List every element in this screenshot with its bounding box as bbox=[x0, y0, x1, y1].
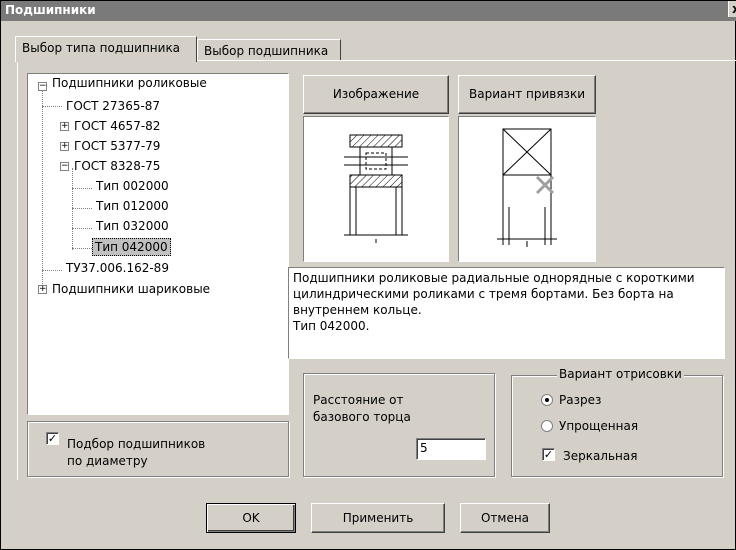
close-icon[interactable]: x bbox=[728, 1, 736, 17]
tree-item-label: Тип 042000 bbox=[92, 238, 171, 256]
radio-simplified[interactable] bbox=[541, 420, 553, 432]
description-line: внутреннем кольце. bbox=[293, 303, 422, 317]
description-line: цилиндрическими роликами с тремя бортами… bbox=[293, 287, 674, 301]
binding-scheme-drawing bbox=[497, 128, 557, 247]
tree-item-label: Тип 002000 bbox=[96, 179, 169, 193]
diameter-filter-label-2: по диаметру bbox=[67, 454, 148, 468]
collapse-icon[interactable]: − bbox=[38, 82, 47, 91]
binding-variant-button[interactable]: Вариант привязки bbox=[458, 75, 596, 114]
tree-item-label: Подшипники роликовые bbox=[52, 76, 207, 90]
tree-line bbox=[42, 106, 62, 107]
binding-preview bbox=[458, 116, 596, 262]
ok-button[interactable]: OK bbox=[206, 503, 296, 533]
tree-line bbox=[72, 248, 92, 249]
radio-simplified-label: Упрощенная bbox=[559, 419, 639, 433]
tree-item-label: ГОСТ 5377-79 bbox=[74, 139, 161, 153]
distance-label-2: базового торца bbox=[313, 410, 411, 424]
tree-item-label: ГОСТ 4657-82 bbox=[74, 119, 161, 133]
tree-item-label: Подшипники шариковые bbox=[52, 282, 211, 296]
title-bar[interactable]: Подшипники x bbox=[1, 1, 736, 21]
distance-group bbox=[303, 373, 495, 477]
description-line: Подшипники роликовые радиальные однорядн… bbox=[293, 271, 695, 285]
tab-bearing-type[interactable]: Выбор типа подшипника bbox=[15, 36, 197, 62]
tree-line bbox=[72, 208, 92, 209]
tree-item-label: ТУ37.006.162-89 bbox=[66, 261, 169, 275]
mirror-checkbox[interactable]: ✓ bbox=[542, 448, 555, 461]
tree-line bbox=[72, 228, 92, 229]
distance-label-1: Расстояние от bbox=[313, 393, 404, 407]
description-line: Тип 042000. bbox=[293, 319, 370, 333]
apply-button[interactable]: Применить bbox=[311, 503, 445, 533]
tree-item-label: Тип 032000 bbox=[96, 219, 169, 233]
expand-icon[interactable]: + bbox=[38, 285, 47, 294]
tree-line bbox=[72, 168, 73, 250]
expand-icon[interactable]: + bbox=[60, 142, 69, 151]
dialog-window: Подшипники x Выбор типа подшипника Выбор… bbox=[0, 0, 736, 550]
bearing-tree[interactable]: − Подшипники роликовые ГОСТ 27365-87 + Г… bbox=[27, 73, 289, 415]
tree-item-label: ГОСТ 8328-75 bbox=[74, 159, 161, 173]
cancel-button[interactable]: Отмена bbox=[460, 503, 550, 533]
radio-section-label: Разрез bbox=[559, 393, 602, 407]
bearing-image-preview bbox=[303, 116, 449, 262]
tree-line bbox=[42, 86, 43, 292]
expand-icon[interactable]: + bbox=[60, 122, 69, 131]
bearing-description: Подшипники роликовые радиальные однорядн… bbox=[288, 267, 725, 359]
collapse-icon[interactable]: − bbox=[60, 162, 69, 171]
tab-bearing-select[interactable]: Выбор подшипника bbox=[197, 39, 341, 61]
radio-section[interactable] bbox=[541, 394, 553, 406]
tree-item-label: ГОСТ 27365-87 bbox=[66, 99, 161, 113]
render-variant-title: Вариант отрисовки bbox=[557, 367, 684, 381]
window-title: Подшипники bbox=[5, 3, 96, 17]
tree-line bbox=[42, 270, 62, 271]
image-button[interactable]: Изображение bbox=[303, 75, 449, 114]
bearing-section-drawing bbox=[344, 134, 408, 243]
distance-input[interactable]: 5 bbox=[416, 438, 486, 460]
mirror-checkbox-label: Зеркальная bbox=[563, 449, 638, 463]
tree-item-label: Тип 012000 bbox=[96, 199, 169, 213]
diameter-filter-checkbox[interactable]: ✓ bbox=[46, 432, 59, 445]
diameter-filter-label-1: Подбор подшипников bbox=[67, 437, 206, 451]
tree-line bbox=[72, 188, 92, 189]
